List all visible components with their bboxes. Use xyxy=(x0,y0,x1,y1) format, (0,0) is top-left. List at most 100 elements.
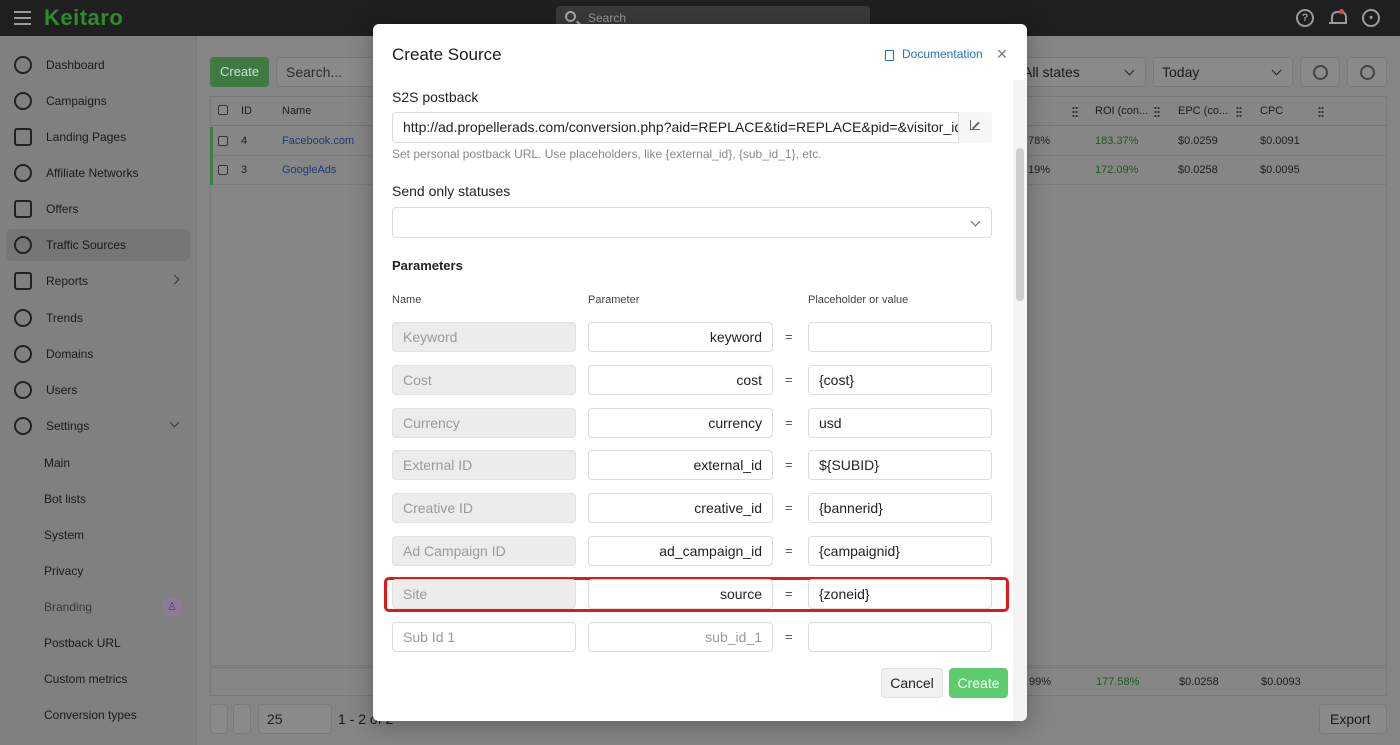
landing-page-icon xyxy=(14,128,32,146)
param-name-ad-campaign-id: Ad Campaign ID xyxy=(392,536,576,566)
help-icon[interactable]: ? xyxy=(1296,9,1314,27)
pencil-icon xyxy=(970,120,980,130)
sidebar-item-domains[interactable]: Domains xyxy=(6,338,190,370)
param-name-currency: Currency xyxy=(392,408,576,438)
settings-sub-bot-lists[interactable]: Bot lists xyxy=(44,492,86,506)
settings-sub-privacy[interactable]: Privacy xyxy=(44,564,83,578)
statuses-label: Send only statuses xyxy=(392,183,511,199)
per-page-select[interactable]: 25 xyxy=(258,704,332,734)
param-key-keyword[interactable]: keyword xyxy=(588,322,773,352)
param-key-creative-id[interactable]: creative_id xyxy=(588,493,773,523)
sidebar-item-users[interactable]: Users xyxy=(6,374,190,406)
param-key-ad-campaign-id[interactable]: ad_campaign_id xyxy=(588,536,773,566)
sidebar-item-settings[interactable]: Settings xyxy=(6,410,190,442)
sidebar-item-label: Affiliate Networks xyxy=(46,166,139,180)
create-button[interactable]: Create xyxy=(210,57,269,87)
drag-handle-icon[interactable] xyxy=(1154,106,1160,117)
documentation-link[interactable]: Documentation xyxy=(902,47,983,61)
sidebar-item-label: Settings xyxy=(46,419,90,433)
next-page-button[interactable] xyxy=(233,704,251,734)
equals-sign: = xyxy=(785,629,793,644)
drag-handle-icon[interactable] xyxy=(1318,106,1324,117)
col-header-parameter: Parameter xyxy=(588,294,640,306)
col-id[interactable]: ID xyxy=(241,105,252,117)
cancel-button[interactable]: Cancel xyxy=(881,668,943,698)
sidebar-item-dashboard[interactable]: Dashboard xyxy=(6,49,190,81)
table-search-input[interactable]: Search... xyxy=(276,57,376,87)
equals-sign: = xyxy=(785,329,793,344)
row-indicator xyxy=(210,156,213,185)
param-key-site[interactable]: source xyxy=(588,579,773,609)
settings-sub-postback-url[interactable]: Postback URL xyxy=(44,636,121,650)
sidebar-item-label: Landing Pages xyxy=(46,130,127,144)
select-all-checkbox[interactable] xyxy=(218,105,228,115)
user-icon[interactable]: • xyxy=(1362,9,1380,27)
drag-handle-icon[interactable] xyxy=(1072,106,1078,117)
chevron-right-icon xyxy=(169,274,180,285)
modal-create-button[interactable]: Create xyxy=(949,668,1008,698)
col-roi[interactable]: ROI (con... xyxy=(1095,105,1148,117)
sidebar-item-campaigns[interactable]: Campaigns xyxy=(6,85,190,117)
sidebar-item-landing-pages[interactable]: Landing Pages xyxy=(6,121,190,153)
bell-icon[interactable] xyxy=(1329,9,1347,26)
table-settings-button[interactable] xyxy=(1347,57,1387,87)
settings-sub-system[interactable]: System xyxy=(44,528,84,542)
row-checkbox[interactable] xyxy=(218,136,228,146)
total-roi: 177.58% xyxy=(1096,676,1140,688)
logo[interactable]: Keitaro xyxy=(44,5,123,31)
param-name-creative-id: Creative ID xyxy=(392,493,576,523)
notification-dot xyxy=(1339,9,1344,14)
cell-cr: 78% xyxy=(1028,135,1051,147)
param-value-creative-id[interactable]: {bannerid} xyxy=(808,493,992,523)
sidebar-item-offers[interactable]: Offers xyxy=(6,193,190,225)
sidebar-item-label: Domains xyxy=(46,347,94,361)
row-checkbox[interactable] xyxy=(218,165,228,175)
param-key-currency[interactable]: currency xyxy=(588,408,773,438)
param-value-ad-campaign-id[interactable]: {campaignid} xyxy=(808,536,992,566)
col-name[interactable]: Name xyxy=(282,105,311,117)
param-value-currency[interactable]: usd xyxy=(808,408,992,438)
sidebar-item-trends[interactable]: Trends xyxy=(6,302,190,334)
trend-icon xyxy=(14,309,32,327)
refresh-button[interactable] xyxy=(1300,57,1340,87)
param-value-site[interactable]: {zoneid} xyxy=(808,579,992,609)
export-button[interactable]: Export xyxy=(1319,704,1387,734)
cell-epc: $0.0258 xyxy=(1178,164,1218,176)
param-value-external-id[interactable]: ${SUBID} xyxy=(808,450,992,480)
param-value-cost[interactable]: {cost} xyxy=(808,365,992,395)
param-value-sub-id-1[interactable] xyxy=(808,622,992,652)
settings-sub-conversion-types[interactable]: Conversion types xyxy=(44,708,137,722)
param-name-cost: Cost xyxy=(392,365,576,395)
settings-sub-custom-metrics[interactable]: Custom metrics xyxy=(44,672,127,686)
cell-name-link[interactable]: GoogleAds xyxy=(282,164,336,176)
drag-handle-icon[interactable] xyxy=(1236,106,1242,117)
prev-page-button[interactable] xyxy=(210,704,228,734)
settings-sub-branding[interactable]: Branding xyxy=(44,600,92,614)
state-filter-value: All states xyxy=(1023,64,1080,80)
edit-postback-button[interactable] xyxy=(958,112,992,143)
settings-sub-main[interactable]: Main xyxy=(44,456,70,470)
cell-roi: 183.37% xyxy=(1095,135,1139,147)
col-cpc[interactable]: CPC xyxy=(1260,105,1283,117)
cell-cpc: $0.0095 xyxy=(1260,164,1300,176)
statuses-select[interactable] xyxy=(392,207,992,238)
cell-name-link[interactable]: Facebook.com xyxy=(282,135,354,147)
param-value-keyword[interactable] xyxy=(808,322,992,352)
param-key-cost[interactable]: cost xyxy=(588,365,773,395)
close-icon[interactable]: × xyxy=(993,44,1011,64)
sidebar-item-traffic-sources[interactable]: Traffic Sources xyxy=(6,229,190,261)
param-key-sub-id-1[interactable]: sub_id_1 xyxy=(588,622,773,652)
param-key-external-id[interactable]: external_id xyxy=(588,450,773,480)
param-name-external-id: External ID xyxy=(392,450,576,480)
postback-url-input[interactable]: http://ad.propellerads.com/conversion.ph… xyxy=(392,112,992,143)
sidebar-item-label: Campaigns xyxy=(46,94,107,108)
scrollbar-thumb[interactable] xyxy=(1016,148,1024,301)
state-filter-select[interactable]: All states xyxy=(1014,57,1146,87)
param-name-sub-id-1[interactable]: Sub Id 1 xyxy=(392,622,576,652)
sidebar-item-affiliate-networks[interactable]: Affiliate Networks xyxy=(6,157,190,189)
date-filter-select[interactable]: Today xyxy=(1153,57,1293,87)
col-epc[interactable]: EPC (co... xyxy=(1178,105,1228,117)
menu-icon[interactable] xyxy=(14,11,31,25)
sidebar-item-reports[interactable]: Reports xyxy=(6,265,190,297)
cell-id: 3 xyxy=(241,164,248,176)
